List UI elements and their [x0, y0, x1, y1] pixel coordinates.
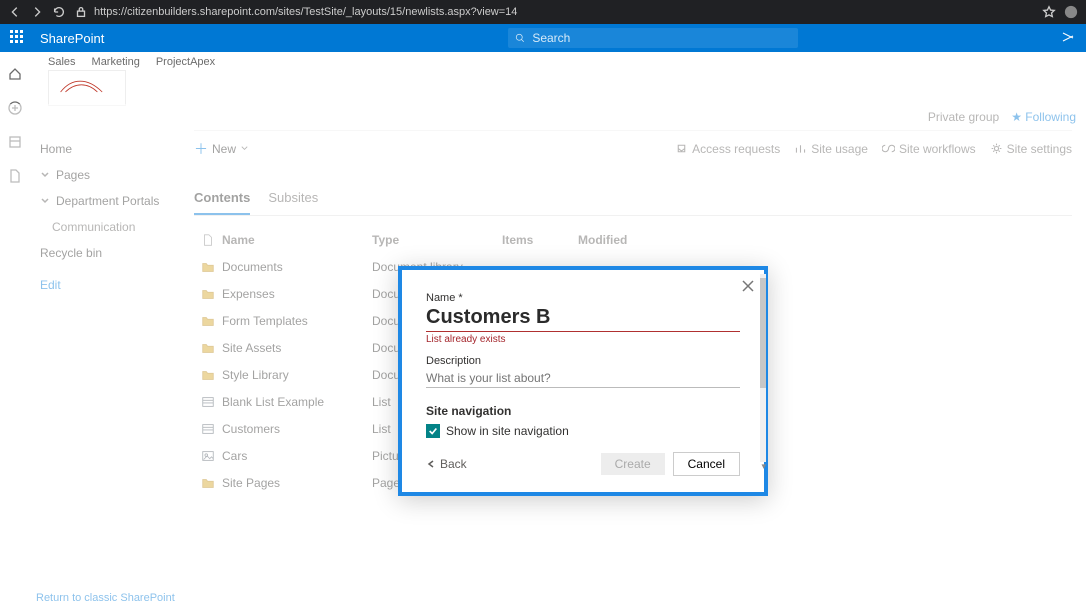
row-name[interactable]: Documents	[222, 260, 372, 274]
chevron-down-icon	[40, 196, 50, 206]
hub-nav: Sales Marketing ProjectApex	[48, 56, 1074, 68]
address-bar[interactable]: https://citizenbuilders.sharepoint.com/s…	[94, 6, 517, 18]
description-input[interactable]	[426, 367, 740, 388]
nav-edit[interactable]: Edit	[40, 272, 170, 298]
row-type-icon	[194, 260, 222, 274]
following-button[interactable]: ★ Following	[1011, 110, 1076, 124]
show-in-nav-label: Show in site navigation	[446, 424, 569, 438]
star-icon[interactable]	[1042, 5, 1056, 19]
col-modified[interactable]: Modified	[578, 233, 1072, 247]
row-name[interactable]: Form Templates	[222, 314, 372, 328]
row-type-icon	[194, 368, 222, 382]
hub-link[interactable]: Sales	[48, 56, 76, 68]
col-items[interactable]: Items	[502, 233, 578, 247]
search-box[interactable]: Search	[508, 28, 798, 48]
nav-pages[interactable]: Pages	[40, 162, 170, 188]
classic-link[interactable]: Return to classic SharePoint	[36, 592, 175, 604]
site-usage-button[interactable]: Site usage	[794, 142, 868, 156]
dialog-close-button[interactable]	[740, 278, 756, 294]
site-meta: Private group ★ Following	[30, 106, 1086, 130]
row-name[interactable]: Site Pages	[222, 476, 372, 490]
col-type[interactable]: Type	[372, 233, 502, 247]
search-icon	[514, 32, 526, 44]
browser-forward-icon[interactable]	[30, 5, 44, 19]
app-launcher-icon[interactable]	[10, 30, 26, 46]
lock-icon	[74, 5, 88, 19]
row-name[interactable]: Blank List Example	[222, 395, 372, 409]
create-rail-icon[interactable]	[7, 100, 23, 116]
nav-department-portals[interactable]: Department Portals	[40, 188, 170, 214]
suite-header: SharePoint Search	[0, 24, 1086, 52]
col-name[interactable]: Name	[222, 233, 372, 247]
pivot-tabs: Contents Subsites	[194, 190, 1072, 216]
row-type-icon	[194, 395, 222, 409]
tab-contents[interactable]: Contents	[194, 190, 250, 215]
profile-avatar-icon[interactable]	[1064, 5, 1078, 19]
privacy-label: Private group	[928, 110, 999, 124]
row-name[interactable]: Site Assets	[222, 341, 372, 355]
row-type-icon	[194, 449, 222, 463]
home-rail-icon[interactable]	[7, 66, 23, 82]
site-left-nav: Home Pages Department Portals Communicat…	[30, 130, 180, 612]
row-type-icon	[194, 341, 222, 355]
row-name[interactable]: Cars	[222, 449, 372, 463]
site-navigation-label: Site navigation	[426, 404, 740, 418]
nav-communication[interactable]: Communication	[40, 214, 170, 240]
new-button[interactable]: ＋ New	[194, 139, 249, 159]
chevron-left-icon	[426, 459, 436, 469]
row-name[interactable]: Customers	[222, 422, 372, 436]
browser-reload-icon[interactable]	[52, 5, 66, 19]
nav-home[interactable]: Home	[40, 136, 170, 162]
chevron-down-icon	[40, 170, 50, 180]
row-type-icon	[194, 287, 222, 301]
name-error: List already exists	[426, 334, 740, 345]
brand-label[interactable]: SharePoint	[40, 31, 104, 46]
share-icon[interactable]	[1060, 29, 1076, 48]
site-logo[interactable]	[48, 70, 126, 106]
mysites-rail-icon[interactable]	[7, 134, 23, 150]
cancel-button[interactable]: Cancel	[673, 452, 740, 476]
row-name[interactable]: Expenses	[222, 287, 372, 301]
create-button[interactable]: Create	[601, 453, 665, 475]
tab-subsites[interactable]: Subsites	[268, 190, 318, 215]
plus-icon: ＋	[194, 139, 208, 159]
row-type-icon	[194, 476, 222, 490]
browser-toolbar: https://citizenbuilders.sharepoint.com/s…	[0, 0, 1086, 24]
browser-back-icon[interactable]	[8, 5, 22, 19]
show-in-nav-checkbox[interactable]	[426, 424, 440, 438]
row-type-icon	[194, 422, 222, 436]
row-name[interactable]: Style Library	[222, 368, 372, 382]
dialog-scrollbar[interactable]: ▾	[760, 274, 766, 462]
access-requests-button[interactable]: Access requests	[675, 142, 780, 156]
chevron-down-icon	[240, 144, 249, 153]
hub-link[interactable]: ProjectApex	[156, 56, 215, 68]
description-label: Description	[426, 355, 740, 367]
list-name-input[interactable]	[426, 304, 740, 332]
site-settings-button[interactable]: Site settings	[990, 142, 1072, 156]
hub-link[interactable]: Marketing	[92, 56, 140, 68]
create-list-dialog: ▾ Name * List already exists Description…	[398, 266, 768, 496]
site-workflows-button[interactable]: Site workflows	[882, 142, 976, 156]
search-placeholder: Search	[532, 31, 570, 45]
name-label: Name *	[426, 292, 740, 304]
left-rail	[0, 52, 30, 612]
row-type-icon	[194, 314, 222, 328]
filetype-icon	[194, 233, 222, 247]
nav-recycle-bin[interactable]: Recycle bin	[40, 240, 170, 266]
files-rail-icon[interactable]	[7, 168, 23, 184]
list-header: Name Type Items Modified	[194, 226, 1072, 253]
back-button[interactable]: Back	[426, 457, 467, 471]
